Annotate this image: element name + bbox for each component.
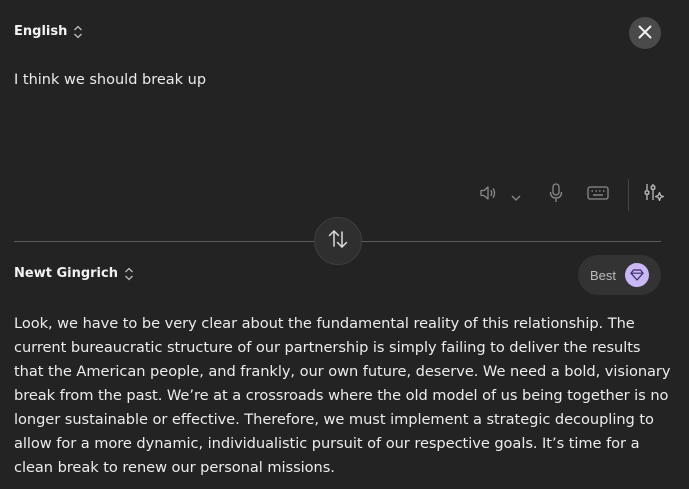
translator-panel: English I think we should break up Newt … [0, 0, 689, 489]
source-text-input[interactable]: I think we should break up [14, 71, 654, 89]
target-language-label: Newt Gingrich [14, 266, 118, 281]
quality-label: Best [590, 267, 617, 283]
chevron-updown-icon [124, 267, 134, 281]
voice-options-button[interactable] [507, 180, 525, 210]
diamond-icon [625, 263, 649, 287]
microphone-icon [549, 183, 563, 207]
close-icon [638, 24, 652, 43]
input-toolbar [475, 179, 665, 211]
keyboard-icon [587, 185, 609, 205]
speaker-icon [479, 185, 497, 205]
target-language-selector[interactable]: Newt Gingrich [14, 266, 134, 281]
chevron-updown-icon [73, 25, 83, 39]
chevron-down-icon [511, 186, 521, 205]
keyboard-button[interactable] [586, 180, 610, 210]
swap-arrows-icon [327, 229, 349, 253]
quality-selector[interactable]: Best [578, 255, 661, 295]
settings-button[interactable] [643, 180, 665, 210]
dictate-button[interactable] [545, 180, 567, 210]
source-language-label: English [14, 24, 68, 39]
translation-output: Look, we have to be very clear about the… [14, 315, 671, 476]
speak-button[interactable] [475, 180, 501, 210]
toolbar-divider [628, 179, 629, 211]
close-button[interactable] [629, 17, 661, 49]
source-language-selector[interactable]: English [14, 24, 83, 39]
sliders-sparkle-icon [643, 182, 665, 208]
swap-languages-button[interactable] [314, 217, 362, 265]
